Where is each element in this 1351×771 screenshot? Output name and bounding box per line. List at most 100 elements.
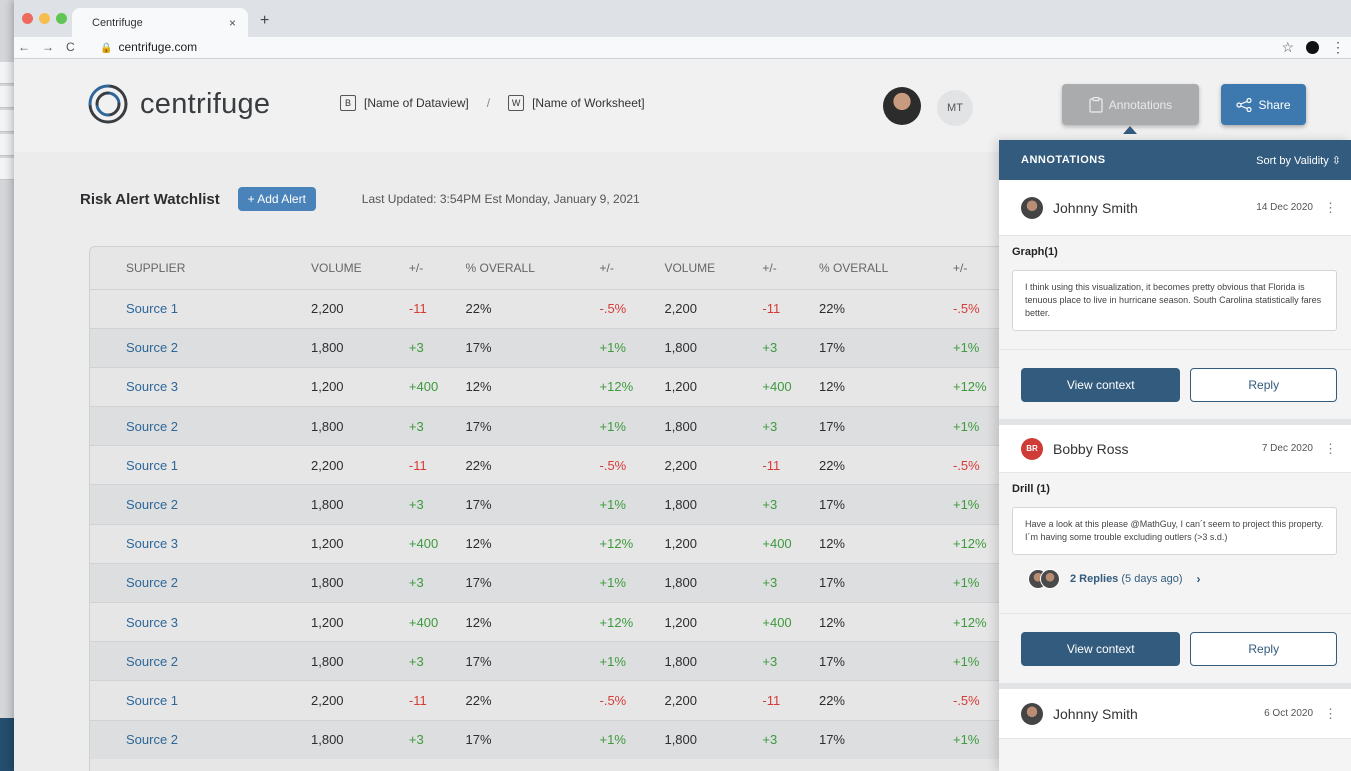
table-header-row: SUPPLIER VOLUME +/- % OVERALL +/- VOLUME… <box>90 247 1018 289</box>
table-row[interactable]: Source 3 1,200 +400 12% +12% 1,200 +400 12% +12% <box>90 366 1018 407</box>
annotation-actions: View context Reply <box>999 613 1351 683</box>
chevron-right-icon[interactable]: › <box>1197 572 1201 586</box>
cell-overall: 17% <box>465 641 600 681</box>
sort-dropdown[interactable]: Sort by Validity ⇳ <box>1256 154 1341 167</box>
maximize-window-button[interactable] <box>56 13 67 24</box>
url-field[interactable]: 🔒 centrifuge.com <box>100 40 197 54</box>
logo[interactable]: centrifuge <box>84 80 270 128</box>
nav-buttons: ← → C <box>18 40 75 54</box>
minimize-window-button[interactable] <box>39 13 50 24</box>
cell-change-2: +400 <box>762 366 819 407</box>
window-controls <box>22 13 67 24</box>
cell-overall-change: +1% <box>599 562 665 603</box>
new-tab-button[interactable]: + <box>260 12 269 30</box>
col-header-overall-change[interactable]: +/- <box>600 247 665 289</box>
cell-supplier[interactable]: Source 1 <box>90 445 311 485</box>
cell-supplier[interactable]: Source 2 <box>90 641 311 681</box>
table-row[interactable]: Source 1 2,200 -11 22% -.5% 2,200 -11 22% -.5% <box>90 445 1018 485</box>
annotation-date: 14 Dec 2020 <box>1256 202 1313 213</box>
sort-label: Sort by Validity <box>1256 154 1329 167</box>
col-header-overall[interactable]: % OVERALL <box>466 247 600 289</box>
cell-change: +3 <box>408 406 466 446</box>
cell-overall-2: 17% <box>818 719 953 760</box>
col-header-overall-2[interactable]: % OVERALL <box>819 247 953 289</box>
add-alert-button[interactable]: + Add Alert <box>237 187 316 211</box>
cell-overall-change: -.5% <box>599 680 665 721</box>
col-header-change[interactable]: +/- <box>409 247 466 289</box>
cell-supplier[interactable]: Source 1 <box>90 288 311 329</box>
cell-overall-2: 12% <box>818 601 953 642</box>
cell-supplier[interactable]: Source 1 <box>90 680 311 721</box>
table-row[interactable]: Source 1 2,200 -11 22% -.5% 2,200 -11 22% -.5% <box>90 288 1018 329</box>
cell-supplier[interactable]: Source 2 <box>90 484 311 525</box>
share-button[interactable]: Share <box>1221 84 1306 125</box>
reply-button[interactable]: Reply <box>1190 631 1337 666</box>
clipboard-icon <box>1089 96 1103 113</box>
cell-supplier[interactable]: Source 2 <box>90 719 311 760</box>
replies-link[interactable]: 2 Replies (5 days ago) › <box>1012 569 1337 589</box>
table-row[interactable]: Source 2 1,800 +3 17% +1% 1,800 +3 17% +1% <box>90 327 1018 368</box>
cell-supplier[interactable]: Source 2 <box>90 327 311 368</box>
view-context-button[interactable]: View context <box>1021 631 1181 666</box>
cell-overall-change: -.5% <box>599 288 665 329</box>
cell-overall-change: +1% <box>599 641 665 681</box>
breadcrumb-dataview[interactable]: [Name of Dataview] <box>364 96 469 110</box>
browser-tab[interactable]: Centrifuge × <box>72 8 248 38</box>
close-window-button[interactable] <box>22 13 33 24</box>
table-row[interactable]: Source 2 1,800 +3 17% +1% 1,800 +3 17% +1% <box>90 406 1018 446</box>
col-header-supplier[interactable]: SUPPLIER <box>90 247 311 289</box>
cell-overall-change: +12% <box>599 366 665 407</box>
table-row[interactable]: Source 1 2,200 -11 22% -.5% 2,200 -11 22% -.5% <box>90 680 1018 721</box>
table-row[interactable]: Source 2 1,800 +3 17% +1% 1,800 +3 17% +1% <box>90 719 1018 760</box>
table-row[interactable]: Source 2 1,800 +3 17% +1% 1,800 +3 17% +1% <box>90 562 1018 603</box>
annotations-button[interactable]: Annotations <box>1062 84 1199 125</box>
back-icon[interactable]: ← <box>18 40 30 54</box>
table-row[interactable]: Source 3 1,200 +400 12% +12% 1,200 +400 12% +12% <box>90 523 1018 564</box>
table-row[interactable]: Source 2 1,800 +3 17% +1% 1,800 +3 17% +1% <box>90 484 1018 525</box>
watchlist-toolbar: Risk Alert Watchlist + Add Alert Last Up… <box>80 187 640 211</box>
reply-button[interactable]: Reply <box>1190 367 1337 402</box>
browser-menu-icon[interactable]: ⋮ <box>1331 39 1345 56</box>
annotations-panel-header: ANNOTATIONS Sort by Validity ⇳ <box>999 140 1351 180</box>
cell-supplier[interactable]: Source 2 <box>90 406 311 446</box>
annotations-button-label: Annotations <box>1108 97 1173 112</box>
annotation-actions: View context Reply <box>999 349 1351 419</box>
cell-overall: 22% <box>465 680 600 721</box>
dataview-icon: B <box>340 95 356 111</box>
user-photo-avatar[interactable] <box>883 87 921 125</box>
cell-supplier[interactable]: Source 2 <box>90 562 311 603</box>
profile-avatar[interactable] <box>1306 41 1319 54</box>
col-header-volume-2[interactable]: VOLUME <box>664 247 762 289</box>
user-initials-avatar[interactable]: MT <box>937 90 973 126</box>
cell-supplier[interactable]: Source 3 <box>90 523 311 564</box>
cell-supplier[interactable]: Source 3 <box>90 601 311 642</box>
breadcrumb: B [Name of Dataview] / W [Name of Worksh… <box>340 95 645 111</box>
table-row[interactable]: Source 3 1,200 +400 12% +12% 1,200 +400 12% +12% <box>90 601 1018 642</box>
cell-overall-2: 17% <box>818 562 953 603</box>
annotation-card-header: Johnny Smith 6 Oct 2020 ⋮ <box>999 689 1351 739</box>
cell-overall-2: 17% <box>818 406 953 446</box>
cell-overall: 17% <box>465 327 600 368</box>
cell-overall-2: 12% <box>818 366 953 407</box>
forward-icon[interactable]: → <box>42 40 54 54</box>
more-options-icon[interactable]: ⋮ <box>1324 200 1337 216</box>
cell-volume-2: 1,800 <box>664 641 763 681</box>
browser-window: Centrifuge × + ← → C 🔒 centrifuge.com ☆ ⋮ <box>14 0 1351 771</box>
col-header-volume[interactable]: VOLUME <box>311 247 409 289</box>
tab-close-icon[interactable]: × <box>229 16 236 30</box>
view-context-button[interactable]: View context <box>1021 367 1181 402</box>
table-row[interactable]: Source 2 1,800 +3 17% +1% 1,800 +3 17% +1% <box>90 641 1018 681</box>
cell-change: +3 <box>408 562 466 603</box>
cell-overall-2: 22% <box>818 680 953 721</box>
background-bar <box>0 718 14 771</box>
reload-icon[interactable]: C <box>66 40 75 54</box>
col-header-change-2[interactable]: +/- <box>762 247 819 289</box>
bookmark-star-icon[interactable]: ☆ <box>1281 39 1294 56</box>
cell-change: +400 <box>408 366 466 407</box>
breadcrumb-worksheet[interactable]: [Name of Worksheet] <box>532 96 645 110</box>
more-options-icon[interactable]: ⋮ <box>1324 706 1337 722</box>
cell-supplier[interactable]: Source 3 <box>90 366 311 407</box>
annotation-label: Graph(1) <box>1012 246 1058 258</box>
more-options-icon[interactable]: ⋮ <box>1324 441 1337 457</box>
cell-change: +3 <box>408 641 466 681</box>
